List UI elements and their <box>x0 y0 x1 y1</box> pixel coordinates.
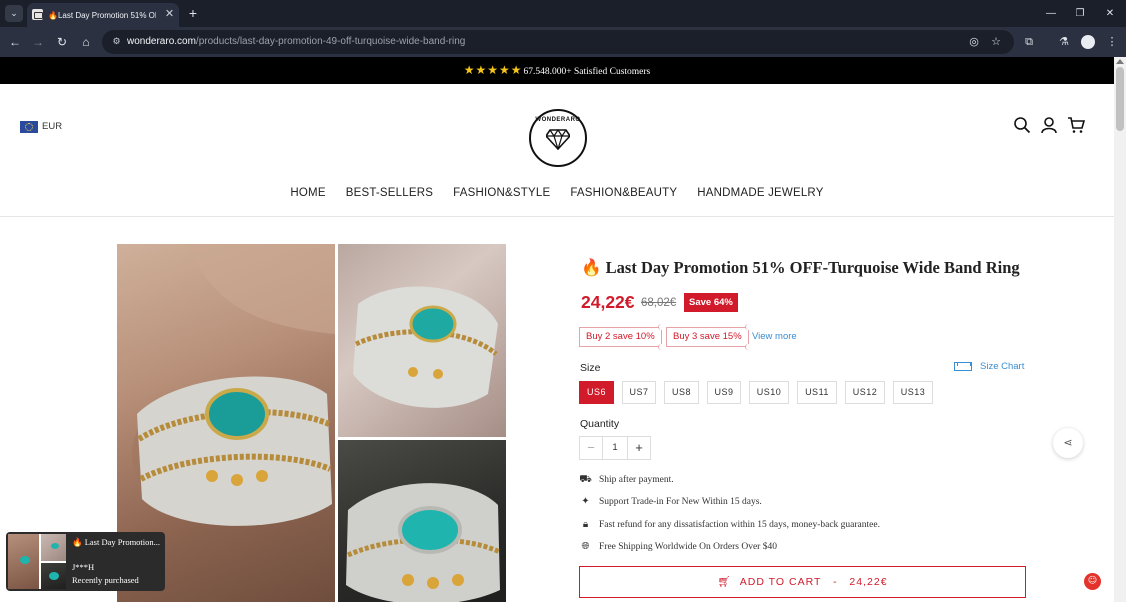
size-option-us11[interactable]: US11 <box>797 381 837 404</box>
announcement-bar: ★★★★★67.548.000+ Satisfied Customers <box>0 57 1114 84</box>
ruler-icon <box>954 361 972 371</box>
close-window-icon[interactable]: ✕ <box>1100 5 1120 22</box>
currency-selector[interactable]: EUR <box>20 121 62 133</box>
compare-price: 68,02€ <box>641 297 677 309</box>
new-tab-icon[interactable]: + <box>185 5 201 22</box>
popup-buyer-name: J***H <box>72 562 95 572</box>
size-chart-link[interactable]: Size Chart <box>954 361 1024 372</box>
popup-title: 🔥 Last Day Promotion... <box>72 537 161 547</box>
reload-icon[interactable]: ↻ <box>53 33 71 51</box>
cart-icon[interactable] <box>1067 116 1085 134</box>
logo-text: WONDERARO <box>535 117 581 123</box>
size-option-us9[interactable]: US9 <box>707 381 741 404</box>
share-icon[interactable]: ⋖ <box>1053 428 1083 458</box>
offer-coupon-buy2[interactable]: Buy 2 save 10% <box>579 324 665 350</box>
address-bar[interactable]: ⚙ wonderaro.com/products/last-day-promot… <box>102 30 1014 54</box>
menu-icon[interactable]: ⋮ <box>1103 33 1121 51</box>
currency-label: EUR <box>42 121 63 132</box>
nav-fashion-style[interactable]: FASHION&STYLE <box>453 184 550 202</box>
close-tab-icon[interactable]: ✕ <box>163 8 176 21</box>
fire-icon: 🔥 <box>581 258 602 277</box>
profile-avatar-icon[interactable] <box>1081 35 1095 49</box>
add-to-cart-button[interactable]: 🛒︎ ADD TO CART - 24,22€ <box>579 566 1026 598</box>
offer-coupon-buy3[interactable]: Buy 3 save 15% <box>666 324 752 350</box>
size-option-us6[interactable]: US6 <box>579 381 614 404</box>
quantity-stepper: − 1 + <box>579 436 651 460</box>
labs-icon[interactable]: ⚗ <box>1055 33 1073 51</box>
page-scrollbar[interactable] <box>1114 57 1126 602</box>
nav-fashion-beauty[interactable]: FASHION&BEAUTY <box>570 184 677 202</box>
quantity-input[interactable]: 1 <box>603 437 627 459</box>
ring-side-image <box>353 286 498 408</box>
cart-icon: 🛒︎ <box>717 576 732 588</box>
truck-icon: ⛟ <box>579 474 592 485</box>
product-title: 🔥 Last Day Promotion 51% OFF-Turquoise W… <box>581 258 1020 277</box>
product-image-3[interactable] <box>338 440 506 602</box>
restore-icon[interactable]: ❐ <box>1070 5 1090 22</box>
browser-tab-bar: ⌄ 🔥Last Day Promotion 51% OF ✕ + — ❐ ✕ <box>0 0 1126 27</box>
back-icon[interactable]: ← <box>6 33 24 51</box>
favicon-icon <box>32 9 43 20</box>
feature-trade-in: ✦ Support Trade-in For New Within 15 days… <box>579 495 762 509</box>
announcement-text: 67.548.000+ Satisfied Customers <box>523 67 651 77</box>
minimize-icon[interactable]: — <box>1041 5 1061 22</box>
url-text[interactable]: wonderaro.com/products/last-day-promotio… <box>127 35 465 49</box>
extensions-icon[interactable]: ⧉ <box>1020 33 1038 51</box>
forward-icon[interactable]: → <box>29 33 47 51</box>
scroll-up-icon[interactable] <box>1116 59 1124 64</box>
feature-shipping: ⛟ Ship after payment. <box>579 474 674 485</box>
header-divider <box>0 216 1114 217</box>
account-icon[interactable] <box>1040 116 1058 134</box>
search-icon[interactable] <box>1013 116 1031 134</box>
quantity-label: Quantity <box>580 418 620 430</box>
eye-off-icon[interactable]: ◎ <box>966 34 982 50</box>
web-page: ★★★★★67.548.000+ Satisfied Customers EUR… <box>0 57 1114 602</box>
fire-icon: 🔥 <box>72 537 83 547</box>
size-option-us10[interactable]: US10 <box>749 381 789 404</box>
plus-icon[interactable]: + <box>627 437 650 459</box>
site-info-icon[interactable]: ⚙ <box>110 35 123 48</box>
ring-dark-image <box>346 483 502 602</box>
lock-icon: 🔒︎ <box>582 519 589 530</box>
fire-icon: 🔥 <box>48 11 58 20</box>
save-badge: Save 64% <box>684 293 738 312</box>
tab-search-icon[interactable]: ⌄ <box>5 5 23 22</box>
scroll-thumb[interactable] <box>1116 67 1124 131</box>
size-option-us8[interactable]: US8 <box>664 381 699 404</box>
site-logo[interactable]: WONDERARO <box>529 109 587 167</box>
chat-support-icon[interactable]: ☺ <box>1084 573 1101 590</box>
eu-flag-icon <box>20 121 38 133</box>
browser-toolbar: ← → ↻ ⌂ ⚙ wonderaro.com/products/last-da… <box>0 27 1126 57</box>
sale-price: 24,22€ <box>581 292 635 312</box>
popup-subtitle: Recently purchased <box>72 575 139 585</box>
nav-handmade-jewelry[interactable]: HANDMADE JEWELRY <box>697 184 823 202</box>
recent-purchase-popup[interactable]: 🔥 Last Day Promotion... J***H Recently p… <box>6 532 165 591</box>
rating-stars-icon: ★★★★★ <box>463 63 523 77</box>
tab-title: 🔥Last Day Promotion 51% OF <box>48 11 156 20</box>
bookmark-star-icon[interactable]: ☆ <box>988 34 1004 50</box>
size-option-us7[interactable]: US7 <box>622 381 656 404</box>
nav-best-sellers[interactable]: BEST-SELLERS <box>346 184 433 202</box>
browser-tab[interactable]: 🔥Last Day Promotion 51% OF ✕ <box>27 3 179 27</box>
view-more-link[interactable]: View more <box>752 331 797 342</box>
nav-home[interactable]: HOME <box>290 184 325 202</box>
main-navigation: HOME BEST-SELLERS FASHION&STYLE FASHION&BEA… <box>0 183 1114 201</box>
feature-refund: 🔒︎ Fast refund for any dissatisfaction wi… <box>579 518 880 532</box>
size-label: Size <box>580 362 601 374</box>
popup-product-thumbnail <box>8 534 66 589</box>
minus-icon[interactable]: − <box>580 437 603 459</box>
size-option-us12[interactable]: US12 <box>845 381 885 404</box>
feature-free-shipping: 🌐︎ Free Shipping Worldwide On Orders Over… <box>579 540 777 554</box>
globe-icon: 🌐︎ <box>581 541 590 552</box>
pin-icon: ✦ <box>581 496 590 507</box>
diamond-logo-icon <box>546 128 570 150</box>
home-icon[interactable]: ⌂ <box>77 33 95 51</box>
product-image-2[interactable] <box>338 244 506 437</box>
size-option-us13[interactable]: US13 <box>893 381 933 404</box>
